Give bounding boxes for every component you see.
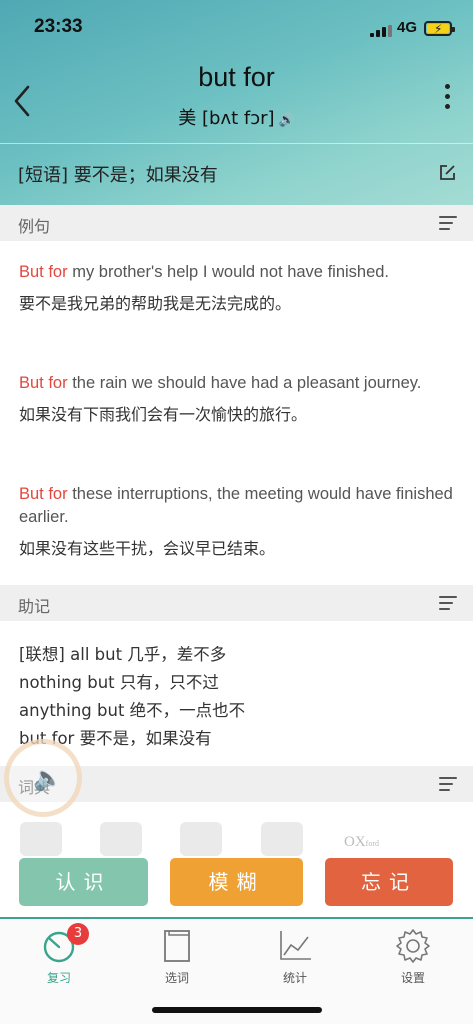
tab-label: 设置: [400, 971, 425, 985]
tab-statistics[interactable]: 统计: [255, 925, 335, 986]
mnemonic-line: but for 要不是，如果没有: [19, 729, 212, 748]
example-highlight: But for: [19, 263, 68, 281]
network-type: 4G: [397, 19, 418, 36]
example-highlight: But for: [19, 485, 68, 503]
forget-button[interactable]: 忘记: [325, 858, 453, 906]
more-options-button[interactable]: [440, 84, 454, 116]
audio-play-button[interactable]: 🔈: [4, 739, 82, 817]
example-text: these interruptions, the meeting would h…: [19, 485, 453, 526]
speaker-icon[interactable]: 🔊: [279, 113, 295, 128]
search-dict-icon[interactable]: [100, 822, 142, 856]
oxford-label: OX: [344, 834, 366, 850]
speaker-icon: 🔈: [33, 764, 63, 792]
example-zh: 如果没有下雨我们会有一次愉快的旅行。: [19, 405, 308, 424]
chart-icon: [280, 931, 311, 960]
signal-icon: [370, 25, 392, 37]
status-bar: 23:33 4G ⚡: [0, 0, 473, 58]
example-zh: 要不是我兄弟的帮助我是无法完成的。: [19, 294, 292, 313]
fuzzy-button[interactable]: 模糊: [170, 858, 303, 906]
example-en: But for the rain we should have had a pl…: [19, 372, 454, 395]
book-icon: [164, 930, 190, 962]
dict-app-icon[interactable]: [180, 822, 222, 856]
dictionary-icons: OXford: [0, 818, 473, 858]
section-title-mnemonic: 助记: [18, 597, 51, 616]
phonetic[interactable]: 美 [bʌt fɔr] 🔊: [0, 104, 473, 130]
collapse-menu-icon[interactable]: [439, 216, 457, 234]
example-text: the rain we should have had a pleasant j…: [67, 374, 422, 392]
tab-label: 统计: [282, 971, 307, 985]
tab-label: 复习: [46, 971, 71, 985]
header: 23:33 4G ⚡ but for 美 [bʌt fɔr] 🔊 [短语] 要不是…: [0, 0, 473, 205]
mnemonic-line: nothing but 只有，只不过: [19, 673, 219, 692]
tab-settings[interactable]: 设置: [373, 925, 453, 986]
collins-icon[interactable]: [20, 822, 62, 856]
edit-button[interactable]: [439, 164, 456, 181]
bing-icon[interactable]: [261, 822, 303, 856]
header-divider: [0, 143, 473, 144]
tab-select-words[interactable]: 选词: [137, 925, 217, 986]
word-title: but for: [198, 62, 275, 92]
example-text: my brother's help I would not have finis…: [67, 263, 390, 281]
oxford-icon[interactable]: OXford: [344, 822, 386, 856]
tab-review[interactable]: 3 复习: [19, 923, 99, 986]
collapse-menu-icon[interactable]: [439, 777, 457, 795]
example-en: But for these interruptions, the meeting…: [19, 483, 454, 529]
mnemonic-line: [联想] all but 几乎，差不多: [19, 645, 227, 664]
status-time: 23:33: [34, 16, 83, 37]
example-sentence: But for the rain we should have had a pl…: [19, 372, 454, 427]
word-meaning: [短语] 要不是；如果没有: [18, 165, 218, 186]
review-count-badge: 3: [67, 923, 89, 945]
home-indicator: [152, 1007, 322, 1013]
collapse-menu-icon[interactable]: [439, 596, 457, 614]
battery-icon: ⚡: [424, 21, 455, 36]
example-highlight: But for: [19, 374, 68, 392]
section-examples: 例句: [0, 205, 473, 241]
phonetic-text: 美 [bʌt fɔr]: [178, 108, 275, 129]
example-en: But for my brother's help I would not ha…: [19, 261, 454, 284]
mnemonic-line: anything but 绝不，一点也不: [19, 701, 246, 720]
gear-icon: [396, 929, 430, 963]
section-title-examples: 例句: [18, 217, 51, 236]
oxford-small-label: ford: [365, 839, 379, 848]
tab-label: 选词: [164, 971, 189, 985]
know-button[interactable]: 认识: [19, 858, 148, 906]
example-zh: 如果没有这些干扰，会议早已结束。: [19, 539, 276, 558]
mnemonic-list: [联想] all but 几乎，差不多 nothing but 只有，只不过 a…: [19, 641, 454, 753]
section-mnemonic: 助记: [0, 585, 473, 621]
example-sentence: But for my brother's help I would not ha…: [19, 261, 454, 316]
edit-icon: [440, 165, 455, 180]
example-sentence: But for these interruptions, the meeting…: [19, 483, 454, 561]
